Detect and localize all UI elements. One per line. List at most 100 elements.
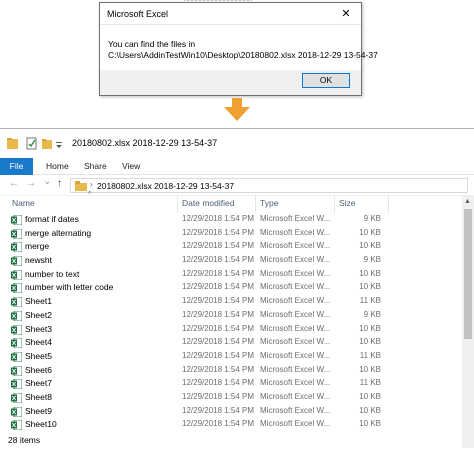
vertical-scrollbar[interactable]: ▲ (462, 196, 474, 448)
scroll-up-icon[interactable]: ▲ (464, 198, 471, 205)
forward-icon[interactable]: → (26, 178, 36, 189)
table-row[interactable]: Sheet5 12/29/2018 1:54 PM Microsoft Excel … (0, 350, 462, 364)
table-row[interactable]: merge alternating 12/29/2018 1:54 PM Micro… (0, 227, 462, 241)
column-divider[interactable] (388, 196, 389, 213)
file-name: number with letter code (25, 282, 114, 293)
table-row[interactable]: Sheet10 12/29/2018 1:54 PM Microsoft Excel… (0, 418, 462, 432)
column-divider[interactable] (255, 196, 256, 213)
file-size: 10 KB (359, 282, 381, 292)
tab-view[interactable]: View (122, 158, 140, 175)
file-type: Microsoft Excel W... (260, 268, 331, 278)
column-divider[interactable] (177, 196, 178, 213)
table-row[interactable]: Sheet6 12/29/2018 1:54 PM Microsoft Excel … (0, 364, 462, 378)
excel-file-icon (11, 324, 22, 335)
file-type: Microsoft Excel W... (260, 214, 331, 223)
file-name: newsht (25, 255, 52, 266)
column-header-size[interactable]: Size (339, 198, 356, 212)
file-list: format if dates 12/29/2018 1:54 PM Microso… (0, 213, 462, 432)
new-folder-icon[interactable] (41, 137, 53, 151)
file-date-modified: 12/29/2018 1:54 PM (182, 241, 255, 251)
column-header-type[interactable]: Type (260, 198, 278, 212)
excel-file-icon (11, 269, 22, 280)
excel-file-icon (11, 392, 22, 403)
down-arrow-icon (224, 98, 250, 121)
tab-share[interactable]: Share (84, 158, 107, 175)
excel-file-icon (11, 215, 22, 225)
file-size: 10 KB (359, 241, 381, 251)
file-date-modified: 12/29/2018 1:54 PM (182, 364, 255, 374)
file-date-modified: 12/29/2018 1:54 PM (182, 296, 255, 306)
table-row[interactable]: newsht 12/29/2018 1:54 PM Microsoft Excel … (0, 254, 462, 268)
customize-toolbar-icon[interactable] (55, 137, 63, 151)
recent-locations-icon[interactable]: ⌄ (43, 176, 51, 187)
scrollbar-thumb[interactable] (464, 209, 472, 339)
file-date-modified: 12/29/2018 1:54 PM (182, 378, 255, 388)
breadcrumb[interactable]: 20180802.xlsx 2018-12-29 13-54-37 (97, 181, 234, 191)
table-row[interactable]: merge 12/29/2018 1:54 PM Microsoft Excel W… (0, 240, 462, 254)
file-type: Microsoft Excel W... (260, 255, 331, 265)
status-item-count: 28 items (8, 435, 41, 445)
file-date-modified: 12/29/2018 1:54 PM (182, 405, 255, 415)
address-bar[interactable]: › 20180802.xlsx 2018-12-29 13-54-37 (70, 178, 468, 193)
column-header-name[interactable]: Name (12, 198, 35, 212)
file-size: 11 KB (359, 296, 381, 306)
ok-button[interactable]: OK (302, 73, 350, 88)
file-size: 10 KB (359, 337, 381, 347)
back-icon[interactable]: ← (9, 178, 19, 189)
file-size: 9 KB (363, 214, 381, 223)
file-date-modified: 12/29/2018 1:54 PM (182, 227, 255, 237)
column-header-date[interactable]: Date modified (182, 198, 234, 212)
table-row[interactable]: Sheet3 12/29/2018 1:54 PM Microsoft Excel … (0, 323, 462, 337)
file-size: 11 KB (359, 350, 381, 360)
table-row[interactable]: Sheet4 12/29/2018 1:54 PM Microsoft Excel … (0, 336, 462, 350)
file-type: Microsoft Excel W... (260, 419, 331, 429)
table-row[interactable]: number to text 12/29/2018 1:54 PM Microsof… (0, 268, 462, 282)
excel-file-icon (11, 310, 22, 321)
message-dialog: Microsoft Excel ✕ You can find the files… (99, 2, 378, 96)
table-row[interactable]: Sheet2 12/29/2018 1:54 PM Microsoft Excel … (0, 309, 462, 323)
file-name: Sheet2 (25, 309, 52, 320)
table-row[interactable]: Sheet9 12/29/2018 1:54 PM Microsoft Excel … (0, 405, 462, 419)
file-date-modified: 12/29/2018 1:54 PM (182, 323, 255, 333)
tab-file[interactable]: File (0, 158, 33, 175)
excel-file-icon (11, 338, 22, 349)
explorer-titlebar[interactable]: 20180802.xlsx 2018-12-29 13-54-37 (0, 129, 474, 158)
dialog-message-line1: You can find the files in (108, 39, 196, 49)
table-row[interactable]: Sheet7 12/29/2018 1:54 PM Microsoft Excel … (0, 377, 462, 391)
excel-file-icon (11, 379, 22, 390)
dialog-titlebar[interactable]: Microsoft Excel ✕ (100, 3, 361, 25)
file-name: Sheet1 (25, 296, 52, 307)
table-row[interactable]: Sheet8 12/29/2018 1:54 PM Microsoft Excel … (0, 391, 462, 405)
excel-file-icon (11, 242, 22, 253)
file-date-modified: 12/29/2018 1:54 PM (182, 214, 255, 223)
table-row[interactable]: number with letter code 12/29/2018 1:54 P… (0, 281, 462, 295)
file-name: number to text (25, 268, 80, 279)
properties-icon[interactable] (26, 137, 37, 151)
file-date-modified: 12/29/2018 1:54 PM (182, 255, 255, 265)
tab-home[interactable]: Home (46, 158, 69, 175)
file-date-modified: 12/29/2018 1:54 PM (182, 282, 255, 292)
file-type: Microsoft Excel W... (260, 364, 331, 374)
file-date-modified: 12/29/2018 1:54 PM (182, 337, 255, 347)
excel-file-icon (11, 420, 22, 431)
address-row: ← → ⌄ ↑ › 20180802.xlsx 2018-12-29 13-54… (0, 175, 474, 196)
file-name: Sheet9 (25, 405, 52, 416)
file-explorer-window: 20180802.xlsx 2018-12-29 13-54-37 File H… (0, 128, 474, 450)
screenshot: xxxxxxxxxxxxxxxxx Microsoft Excel ✕ You … (0, 0, 474, 450)
excel-file-icon (11, 365, 22, 376)
up-icon[interactable]: ↑ (57, 178, 62, 189)
file-name: Sheet5 (25, 350, 52, 361)
column-divider[interactable] (334, 196, 335, 213)
window-title: 20180802.xlsx 2018-12-29 13-54-37 (72, 138, 218, 148)
table-row[interactable]: Sheet1 12/29/2018 1:54 PM Microsoft Excel … (0, 295, 462, 309)
file-name: Sheet4 (25, 337, 52, 348)
file-name: Sheet10 (25, 419, 57, 430)
excel-file-icon (11, 297, 22, 308)
file-type: Microsoft Excel W... (260, 241, 331, 251)
dialog-message-line2: C:\Users\AddinTestWin10\Desktop\20180802… (108, 50, 378, 60)
file-size: 10 KB (359, 268, 381, 278)
file-type: Microsoft Excel W... (260, 309, 331, 319)
file-size: 10 KB (359, 364, 381, 374)
table-row[interactable]: format if dates 12/29/2018 1:54 PM Microso… (0, 213, 462, 227)
close-icon[interactable]: ✕ (335, 5, 357, 23)
